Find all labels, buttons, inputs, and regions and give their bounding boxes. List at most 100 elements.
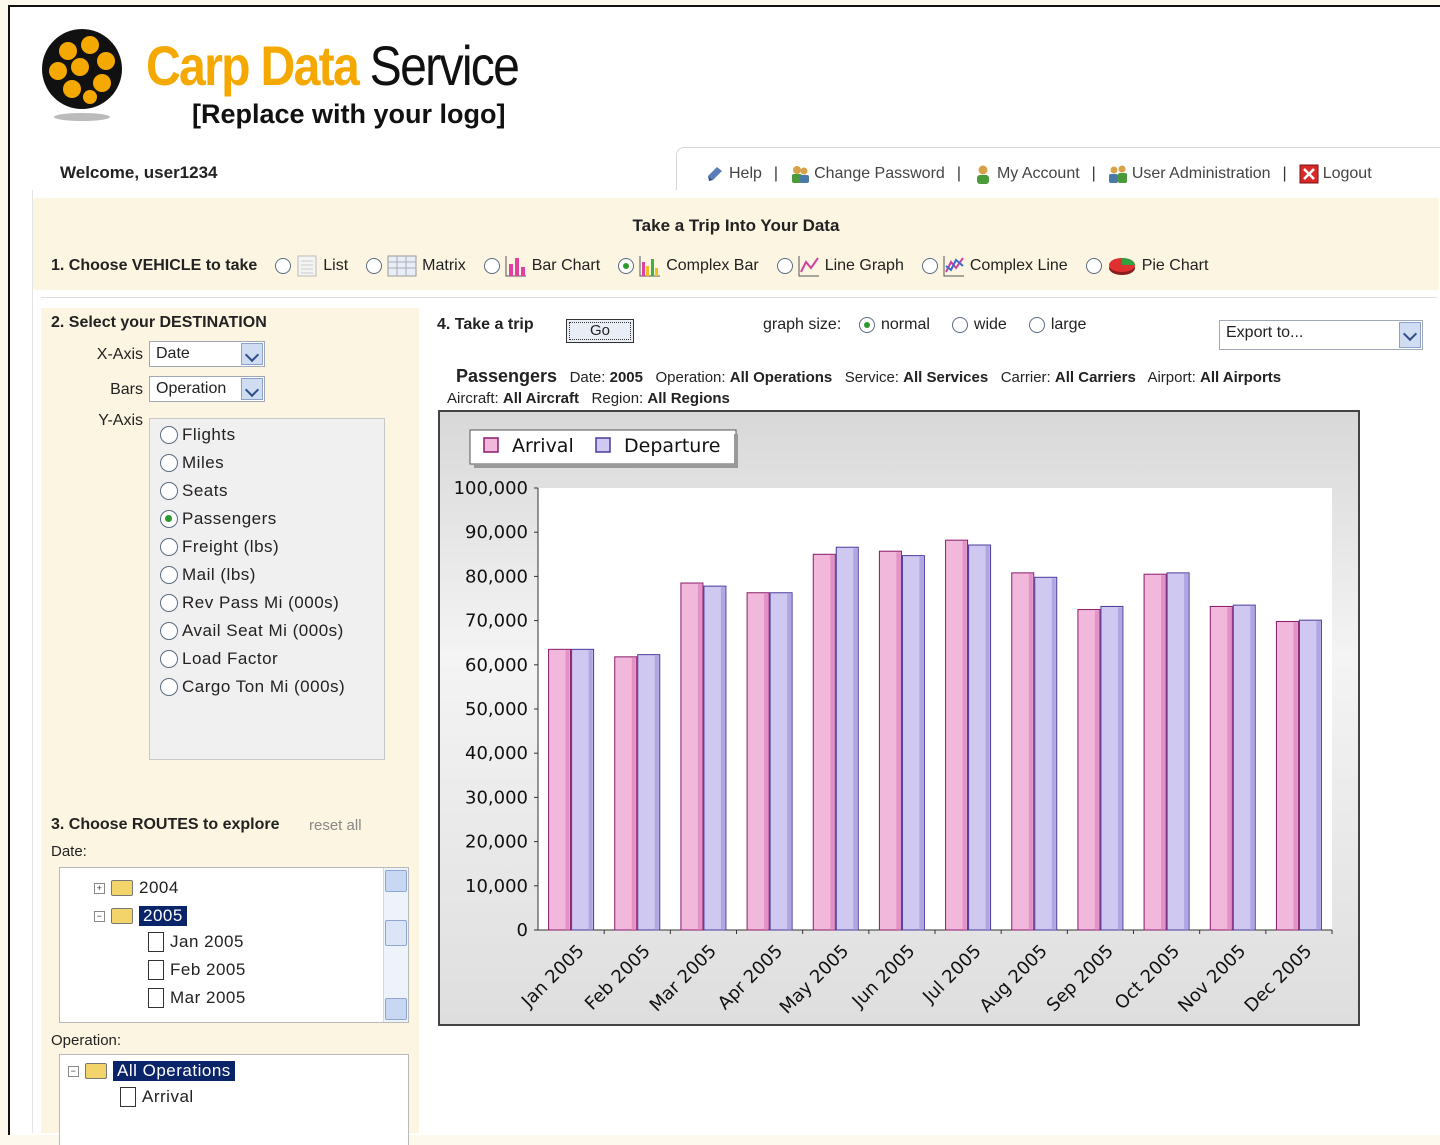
export-select[interactable]: Export to... (1219, 320, 1423, 350)
tree-node-feb-2005[interactable]: Feb 2005 (148, 960, 246, 980)
vehicle-option-bar-chart-label: Bar Chart (531, 257, 601, 274)
tree-node-label: 2004 (139, 878, 179, 897)
change-password-link[interactable]: Change Password (790, 164, 945, 184)
radio-size-large[interactable] (1028, 317, 1045, 333)
yaxis-option[interactable]: Freight (lbs) (160, 537, 279, 557)
criteria-label: Region: (591, 390, 644, 407)
radio-complex-bar[interactable] (618, 258, 635, 274)
radio-line-graph[interactable] (776, 258, 793, 274)
vehicle-option-matrix-label: Matrix (422, 257, 466, 274)
vehicle-option-list[interactable]: List (275, 254, 348, 278)
operation-label: Operation: (51, 1032, 122, 1049)
scroll-up-icon[interactable] (385, 870, 407, 892)
radio-size-wide[interactable] (951, 317, 968, 333)
radio-load-factor[interactable] (160, 650, 178, 668)
criteria-value: All Aircraft (502, 390, 579, 407)
bar-shade (962, 541, 967, 930)
criteria-label: Date: (569, 369, 606, 386)
tree-node-arrival[interactable]: Arrival (120, 1087, 194, 1107)
radio-cargo-ton-mi[interactable] (160, 678, 178, 696)
criteria-value: All Carriers (1054, 369, 1136, 386)
chart-criteria-line1: Passengers Date: 2005 Operation: All Ope… (456, 366, 1281, 387)
radio-complex-line[interactable] (921, 258, 938, 274)
tree-scrollbar[interactable] (383, 868, 408, 1022)
yaxis-option[interactable]: Mail (lbs) (160, 565, 256, 585)
vehicle-option-line-graph[interactable]: Line Graph (776, 254, 904, 278)
y-tick-label: 60,000 (465, 655, 528, 676)
yaxis-option-label: Flights (182, 425, 236, 444)
tree-node-mar-2005[interactable]: Mar 2005 (148, 988, 246, 1008)
radio-freight[interactable] (160, 538, 178, 556)
yaxis-option[interactable]: Miles (160, 453, 224, 473)
yaxis-option-label: Miles (182, 453, 225, 472)
scroll-down-icon[interactable] (385, 998, 407, 1020)
vehicle-option-bar-chart[interactable]: Bar Chart (483, 254, 601, 278)
user-admin-link[interactable]: User Administration (1108, 164, 1271, 184)
radio-seats[interactable] (160, 482, 178, 500)
bar-shade (1161, 575, 1166, 930)
yaxis-option[interactable]: Load Factor (160, 649, 278, 669)
chevron-down-icon[interactable] (241, 343, 263, 365)
x-tick-label: Feb 2005 (581, 941, 655, 1015)
legend-swatch (483, 437, 499, 453)
bars-select[interactable]: Operation (149, 376, 265, 402)
criteria-label: Aircraft: (447, 390, 499, 407)
radio-bar-chart[interactable] (483, 258, 500, 274)
bar-shade (1316, 621, 1321, 930)
yaxis-option[interactable]: Seats (160, 481, 228, 501)
tree-node-jan-2005[interactable]: Jan 2005 (148, 932, 244, 952)
legend-shadow (734, 434, 738, 468)
vehicle-option-complex-line-label: Complex Line (969, 257, 1068, 274)
radio-passengers[interactable] (160, 510, 178, 528)
scroll-thumb[interactable] (385, 920, 407, 946)
trip-step-label: 4. Take a trip (437, 316, 534, 333)
my-account-link[interactable]: My Account (973, 164, 1080, 184)
document-icon (148, 988, 164, 1008)
list-icon (297, 255, 317, 277)
chevron-down-icon[interactable] (241, 378, 263, 400)
y-tick-label: 80,000 (465, 566, 528, 587)
vehicle-option-pie-chart[interactable]: Pie Chart (1085, 254, 1209, 278)
vehicle-option-pie-chart-label: Pie Chart (1141, 257, 1209, 274)
divider (41, 297, 1437, 298)
radio-mail[interactable] (160, 566, 178, 584)
tree-node-label: All Operations (113, 1061, 235, 1081)
yaxis-option[interactable]: Passengers (160, 509, 277, 529)
logout-link[interactable]: Logout (1299, 164, 1372, 184)
vehicle-option-list-label: List (323, 257, 349, 274)
radio-flights[interactable] (160, 426, 178, 444)
vehicle-option-complex-line[interactable]: Complex Line (921, 254, 1068, 278)
yaxis-option[interactable]: Cargo Ton Mi (000s) (160, 677, 345, 697)
logo-name-black: Service (369, 34, 520, 97)
yaxis-option[interactable]: Avail Seat Mi (000s) (160, 621, 344, 641)
radio-rev-pass-mi[interactable] (160, 594, 178, 612)
radio-list[interactable] (275, 258, 292, 274)
radio-avail-seat-mi[interactable] (160, 622, 178, 640)
users-key-icon (792, 166, 810, 183)
xaxis-value: Date (156, 345, 190, 362)
expand-icon[interactable]: + (94, 882, 105, 894)
yaxis-option[interactable]: Flights (160, 425, 236, 445)
yaxis-label: Y-Axis (98, 412, 143, 429)
tree-node-2004[interactable]: +2004 (94, 878, 179, 898)
collapse-icon[interactable]: − (68, 1065, 79, 1077)
radio-pie-chart[interactable] (1085, 258, 1102, 274)
radio-size-normal[interactable] (859, 317, 875, 333)
collapse-icon[interactable]: − (94, 910, 105, 922)
vehicle-option-matrix[interactable]: Matrix (366, 254, 466, 278)
reset-all-link[interactable]: reset all (309, 817, 362, 834)
logo-subtitle: [Replace with your logo] (192, 99, 506, 129)
radio-miles[interactable] (160, 454, 178, 472)
go-button[interactable]: Go (566, 319, 634, 343)
yaxis-option[interactable]: Rev Pass Mi (000s) (160, 593, 339, 613)
tree-node-2005[interactable]: − 2005 (94, 906, 187, 926)
help-link[interactable]: Help (705, 164, 762, 184)
radio-matrix[interactable] (366, 258, 383, 274)
bar-shade (1184, 573, 1189, 930)
tree-node-all-operations[interactable]: − All Operations (68, 1061, 235, 1081)
chevron-down-icon[interactable] (1399, 322, 1421, 348)
legend-swatch (595, 437, 611, 453)
xaxis-select[interactable]: Date (149, 341, 265, 367)
vehicle-option-complex-bar[interactable]: Complex Bar (618, 254, 759, 278)
size-normal-label: normal (881, 316, 930, 333)
